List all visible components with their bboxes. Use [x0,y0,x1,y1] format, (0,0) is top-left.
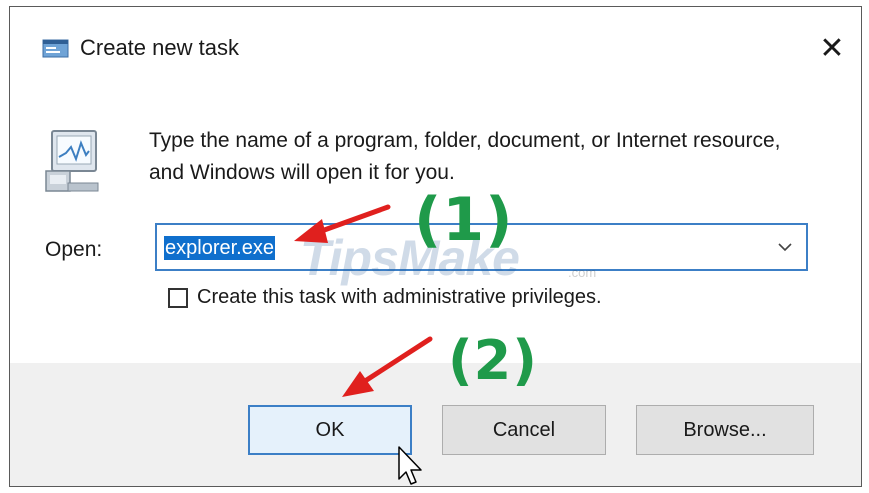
close-icon: ✕ [819,31,845,65]
close-button[interactable]: ✕ [807,23,857,73]
step-1-label: (1) [414,185,514,255]
run-dialog-icon [40,39,70,59]
admin-privileges-option[interactable]: Create this task with administrative pri… [168,286,602,309]
title-bar: Create new task ✕ [10,7,861,85]
chevron-down-icon[interactable] [774,235,796,259]
open-label: Open: [45,238,103,261]
admin-privileges-label: Create this task with administrative pri… [197,286,602,308]
program-monitor-icon [42,127,104,199]
create-task-dialog: Create new task ✕ Type the name of a pro… [9,6,862,487]
cancel-button[interactable]: Cancel [442,405,606,455]
dialog-description: Type the name of a program, folder, docu… [149,129,781,184]
browse-button[interactable]: Browse... [636,405,814,455]
open-input-value[interactable]: explorer.exe [164,236,275,260]
admin-privileges-checkbox[interactable] [168,287,188,308]
watermark-suffix: .com [568,265,597,280]
ok-button[interactable]: OK [248,405,412,455]
step-2-label: (2) [448,329,538,392]
dialog-title: Create new task [80,35,239,60]
